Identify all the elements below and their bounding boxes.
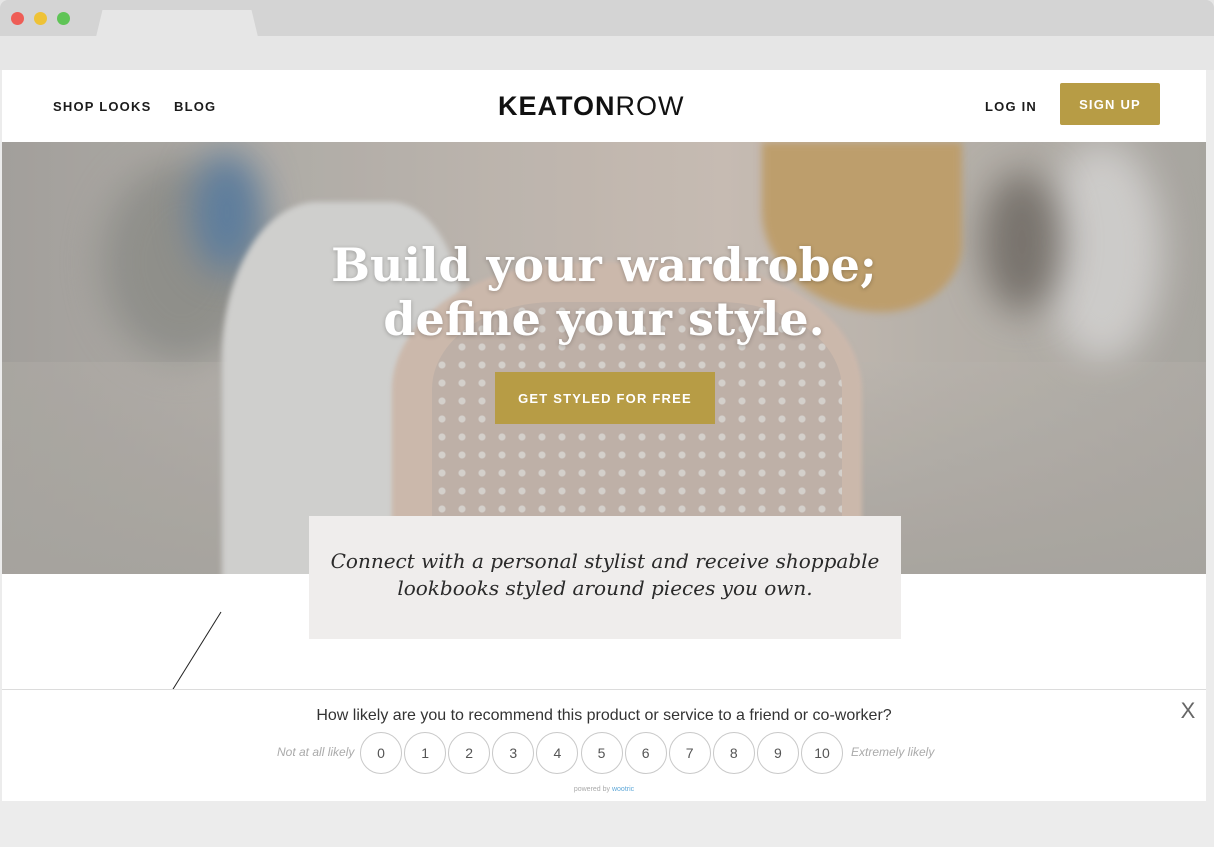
browser-bottom-frame [0,801,1214,847]
survey-question: How likely are you to recommend this pro… [316,707,892,724]
nav-shop-looks-link[interactable]: SHOP LOOKS [53,99,151,114]
get-styled-button[interactable]: GET STYLED FOR FREE [495,372,715,424]
score-button-5[interactable]: 5 [580,732,623,774]
score-button-10[interactable]: 10 [801,732,843,774]
score-button-9[interactable]: 9 [756,732,799,774]
score-button-2[interactable]: 2 [448,732,491,774]
close-window-button[interactable] [11,12,24,25]
nps-survey-bar: How likely are you to recommend this pro… [2,689,1206,801]
score-button-3[interactable]: 3 [492,732,535,774]
login-link[interactable]: LOG IN [985,99,1037,114]
scale-high-label: Extremely likely [851,745,935,759]
minimize-window-button[interactable] [34,12,47,25]
scale-low-label: Not at all likely [277,745,355,759]
hero-banner: Build your wardrobe; define your style. … [2,142,1206,574]
browser-chrome [0,0,1214,70]
signup-button[interactable]: SIGN UP [1060,83,1160,125]
score-button-7[interactable]: 7 [668,732,711,774]
powered-brand-link[interactable]: wootric [612,786,634,793]
score-button-0[interactable]: 0 [360,732,402,774]
logo-light-text: ROW [615,91,685,121]
powered-prefix: powered by [573,786,611,793]
site-header: SHOP LOOKS BLOG KEATONROW LOG IN SIGN UP [2,70,1206,142]
site-logo[interactable]: KEATONROW [498,91,685,122]
nav-blog-link[interactable]: BLOG [174,99,216,114]
close-icon[interactable]: X [1177,700,1199,722]
score-button-4[interactable]: 4 [536,732,579,774]
powered-by: powered by wootric [2,786,1206,793]
tagline-line-1: Connect with a personal stylist and rece… [330,549,880,573]
hero-headline: Build your wardrobe; define your style. [2,238,1206,346]
tagline-text: Connect with a personal stylist and rece… [309,548,901,602]
headline-line-2: define your style. [383,292,825,346]
hero-overlay [2,142,1206,574]
maximize-window-button[interactable] [57,12,70,25]
headline-line-1: Build your wardrobe; [331,238,877,292]
score-button-8[interactable]: 8 [712,732,755,774]
logo-bold-text: KEATON [498,91,616,121]
tagline-line-2: lookbooks styled around pieces you own. [397,576,813,600]
tagline-box: Connect with a personal stylist and rece… [309,516,901,639]
browser-tab[interactable] [96,10,258,37]
score-button-1[interactable]: 1 [404,732,447,774]
score-button-6[interactable]: 6 [624,732,667,774]
